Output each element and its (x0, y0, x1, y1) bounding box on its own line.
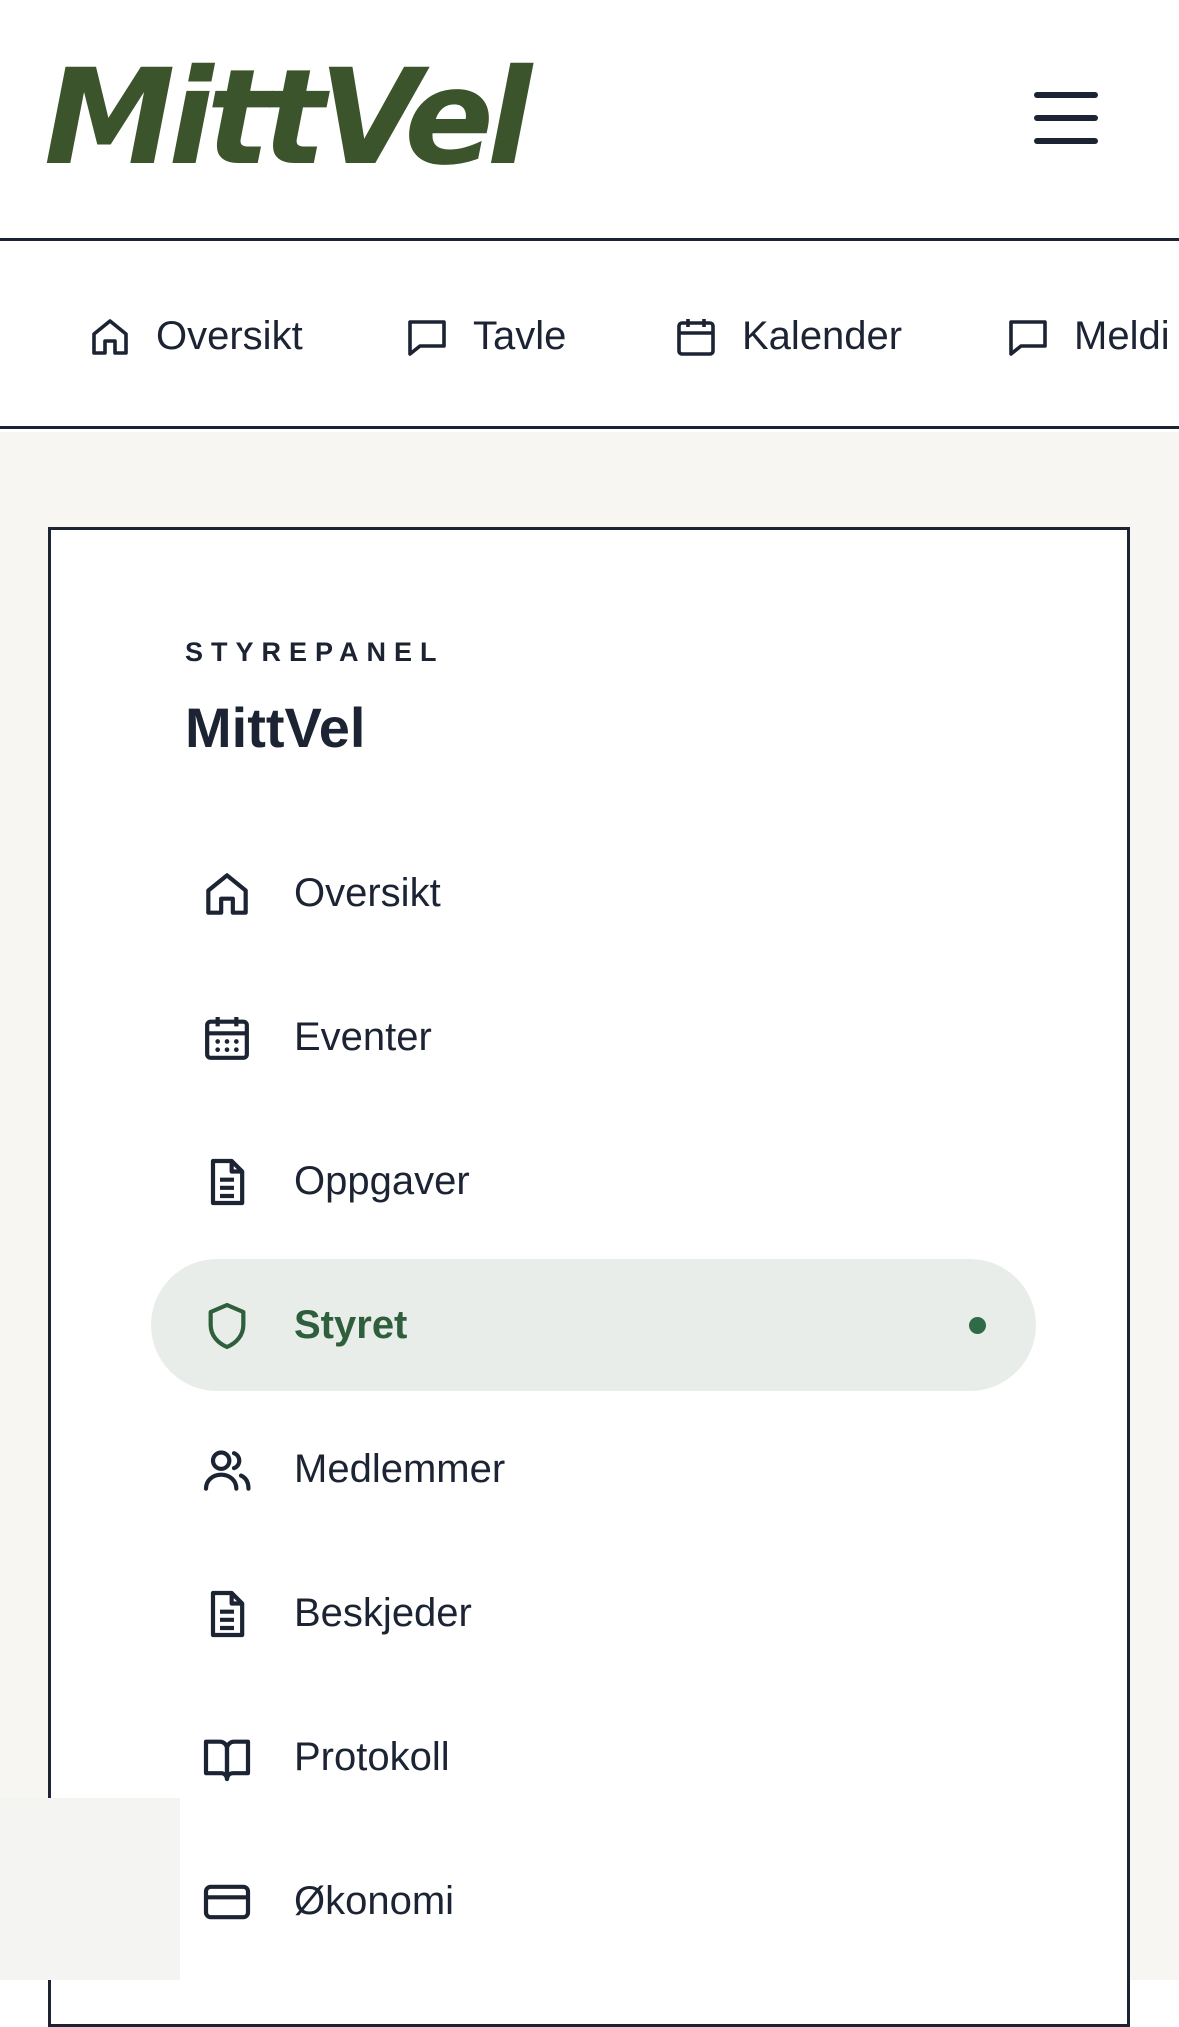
home-icon (199, 866, 255, 922)
topnav-label: Meldi (1074, 314, 1170, 358)
shield-icon (199, 1298, 255, 1354)
sidebar-item-label: Oversikt (294, 871, 441, 915)
sidebar-item-eventer[interactable]: Eventer (151, 971, 1036, 1103)
sidebar-item-oversikt[interactable]: Oversikt (151, 827, 1036, 959)
topnav-label: Kalender (742, 314, 903, 358)
sidebar-item-oppgaver[interactable]: Oppgaver (151, 1115, 1036, 1247)
topnav-item-kalender[interactable]: Kalender (672, 244, 903, 426)
sidebar-item-label: Beskjeder (294, 1591, 472, 1635)
book-open-icon (199, 1730, 255, 1786)
sidebar-item-okonomi[interactable]: Økonomi (151, 1835, 1036, 1967)
mittvel-logo[interactable]: MittVel (44, 52, 532, 184)
panel-eyebrow: STYREPANEL (185, 637, 445, 667)
sidebar-item-label: Styret (294, 1303, 408, 1347)
sidebar-item-protokoll[interactable]: Protokoll (151, 1691, 1036, 1823)
sidebar-item-label: Økonomi (294, 1879, 455, 1923)
message-square-icon (408, 319, 446, 356)
top-navigation: Oversikt Tavle Kalender Meldi (0, 244, 1179, 429)
board-panel: STYREPANEL MittVel Oversikt Eventer Oppg… (48, 527, 1130, 2027)
topnav-label: Oversikt (156, 314, 303, 358)
document-icon (199, 1586, 255, 1642)
message-square-icon (1009, 319, 1047, 356)
topnav-label: Tavle (473, 314, 567, 358)
home-icon (92, 318, 128, 355)
sidebar-item-styret[interactable]: Styret (151, 1259, 1036, 1391)
main-content: STYREPANEL MittVel Oversikt Eventer Oppg… (0, 432, 1179, 2027)
calendar-icon (677, 318, 715, 356)
sidebar-item-label: Eventer (294, 1015, 432, 1059)
overlay-block (0, 1798, 180, 1980)
sidebar-item-beskjeder[interactable]: Beskjeder (151, 1547, 1036, 1679)
topnav-item-meldinger[interactable]: Meldi (1004, 244, 1170, 426)
active-indicator-dot (969, 1317, 986, 1334)
sidebar-item-label: Medlemmer (294, 1447, 506, 1491)
panel-title: MittVel (185, 696, 366, 759)
app-header: MittVel (0, 0, 1179, 241)
topnav-item-oversikt[interactable]: Oversikt (86, 244, 303, 426)
topnav-item-tavle[interactable]: Tavle (403, 244, 567, 426)
sidebar-item-label: Oppgaver (294, 1159, 470, 1203)
document-icon (199, 1154, 255, 1210)
sidebar-item-label: Protokoll (294, 1735, 450, 1779)
hamburger-menu-icon[interactable] (1018, 82, 1110, 154)
calendar-days-icon (199, 1010, 255, 1066)
users-icon (199, 1442, 255, 1498)
sidebar-item-medlemmer[interactable]: Medlemmer (151, 1403, 1036, 1535)
credit-card-icon (199, 1874, 255, 1930)
